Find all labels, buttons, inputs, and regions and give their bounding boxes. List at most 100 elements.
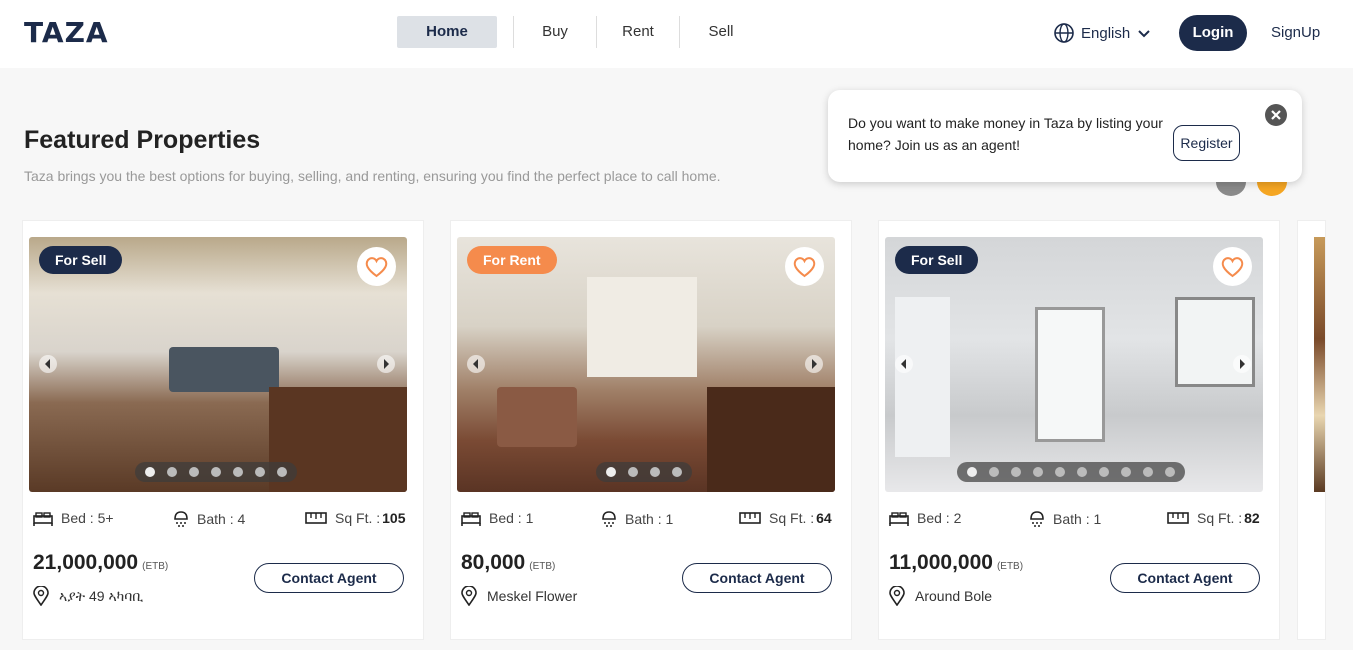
pagination-dot[interactable] xyxy=(1077,467,1087,477)
popup-message: Do you want to make money in Taza by lis… xyxy=(848,115,1163,153)
area-spec: Sq Ft. : 82 xyxy=(1167,510,1260,526)
pagination-dot[interactable] xyxy=(255,467,265,477)
header: TAZA Home Buy Rent Sell English Login Si… xyxy=(0,0,1353,68)
pagination-dot[interactable] xyxy=(1165,467,1175,477)
pagination-dot[interactable] xyxy=(1011,467,1021,477)
register-button[interactable]: Register xyxy=(1173,125,1240,161)
bed-icon xyxy=(889,512,909,526)
location: Meskel Flower xyxy=(461,586,577,606)
nav-rent[interactable]: Rent xyxy=(597,16,679,48)
area-value: 64 xyxy=(816,510,832,526)
property-specs: Bed : 5+ Bath : 4 Sq Ft. : 105 xyxy=(29,510,407,530)
area-label: Sq Ft. : xyxy=(769,510,815,526)
language-selector[interactable]: English xyxy=(1053,22,1152,44)
price-value: 21,000,000 xyxy=(33,551,139,574)
login-button[interactable]: Login xyxy=(1179,15,1247,51)
bed-icon xyxy=(461,512,481,526)
area-spec: Sq Ft. : 64 xyxy=(739,510,832,526)
pagination-dot[interactable] xyxy=(672,467,682,477)
contact-agent-button[interactable]: Contact Agent xyxy=(254,563,404,593)
globe-icon xyxy=(1054,23,1074,43)
main-nav: Home Buy Rent Sell xyxy=(397,16,762,48)
location-label: ኣያት 49 ኣካባቢ xyxy=(59,587,144,604)
photo-prev-arrow[interactable] xyxy=(39,355,57,373)
pagination-dot[interactable] xyxy=(967,467,977,477)
pagination-dot[interactable] xyxy=(1099,467,1109,477)
currency: (ETB) xyxy=(529,561,556,572)
chevron-down-icon xyxy=(1138,30,1150,38)
photo-pagination xyxy=(135,462,297,482)
property-specs: Bed : 1 Bath : 1 Sq Ft. : 64 xyxy=(457,510,835,530)
property-photo[interactable]: For Rent xyxy=(457,237,835,492)
bath-count: Bath : 1 xyxy=(1053,511,1102,527)
contact-agent-button[interactable]: Contact Agent xyxy=(682,563,832,593)
close-button[interactable] xyxy=(1265,104,1287,126)
contact-agent-button[interactable]: Contact Agent xyxy=(1110,563,1260,593)
property-card[interactable]: For Sell Bed : 2 Bath: 1 Sq Ft.: 82 11… xyxy=(878,220,1280,640)
listing-type-badge: For Sell xyxy=(39,246,123,274)
bed-spec: Bed : 1 xyxy=(461,510,533,526)
pagination-dot[interactable] xyxy=(1033,467,1043,477)
favorite-button[interactable] xyxy=(785,247,824,286)
price: 21,000,000 (ETB) xyxy=(33,551,168,575)
area-label: Sq Ft. : xyxy=(1197,510,1243,526)
pagination-dot[interactable] xyxy=(233,467,243,477)
area-value: 82 xyxy=(1244,510,1260,526)
price: 80,000 (ETB) xyxy=(461,551,555,575)
photo-pagination xyxy=(596,462,692,482)
area-spec: Sq Ft. : 105 xyxy=(305,510,405,526)
bed-spec: Bed : 5+ xyxy=(33,510,114,526)
signup-link[interactable]: SignUp xyxy=(1271,24,1320,41)
listing-type-badge: For Rent xyxy=(467,246,557,274)
pagination-dot[interactable] xyxy=(1121,467,1131,477)
heart-icon xyxy=(793,257,816,278)
property-card-partial[interactable] xyxy=(1297,220,1326,640)
pagination-dot[interactable] xyxy=(211,467,221,477)
nav-buy[interactable]: Buy xyxy=(514,16,596,48)
bath-spec: Bath : 1 xyxy=(1029,510,1101,528)
photo-next-arrow[interactable] xyxy=(377,355,395,373)
property-photo xyxy=(1314,237,1325,492)
chevron-left-icon xyxy=(45,359,50,369)
favorite-button[interactable] xyxy=(1213,247,1252,286)
price: 11,000,000 (ETB) xyxy=(889,551,1023,575)
ruler-icon xyxy=(1167,512,1189,524)
location-label: Around Bole xyxy=(915,588,993,604)
property-card[interactable]: For Rent Bed : 1 Bath : 1 Sq Ft. : 64 80… xyxy=(450,220,852,640)
pagination-dot[interactable] xyxy=(1055,467,1065,477)
pagination-dot[interactable] xyxy=(167,467,177,477)
logo[interactable]: TAZA xyxy=(24,16,109,49)
pagination-dot[interactable] xyxy=(989,467,999,477)
property-photo[interactable]: For Sell xyxy=(29,237,407,492)
photo-next-arrow[interactable] xyxy=(1233,355,1251,373)
currency: (ETB) xyxy=(996,561,1024,572)
pagination-dot[interactable] xyxy=(145,467,155,477)
photo-prev-arrow[interactable] xyxy=(895,355,913,373)
property-specs: Bed : 2 Bath : 1 Sq Ft. : 82 xyxy=(885,510,1263,530)
close-icon xyxy=(1271,110,1281,120)
photo-prev-arrow[interactable] xyxy=(467,355,485,373)
nav-sell[interactable]: Sell xyxy=(680,16,762,48)
nav-home[interactable]: Home xyxy=(397,16,497,48)
pagination-dot[interactable] xyxy=(1143,467,1153,477)
heart-icon xyxy=(1221,257,1244,278)
pagination-dot[interactable] xyxy=(650,467,660,477)
shower-icon xyxy=(1030,511,1044,527)
location-pin-icon xyxy=(889,586,905,606)
bed-count: Bed : 2 xyxy=(917,510,962,526)
property-photo[interactable]: For Sell xyxy=(885,237,1263,492)
listing-type-badge: For Sell xyxy=(895,246,979,274)
pagination-dot[interactable] xyxy=(606,467,616,477)
bath-spec: Bath : 4 xyxy=(173,510,245,528)
location: Around Bole xyxy=(889,586,992,606)
pagination-dot[interactable] xyxy=(628,467,638,477)
bed-count: Bed : 1 xyxy=(489,510,534,526)
pagination-dot[interactable] xyxy=(277,467,287,477)
photo-pagination xyxy=(957,462,1185,482)
property-card[interactable]: For Sell Bed : 5+ Bath : 4 Sq Ft.: 105 … xyxy=(22,220,424,640)
pagination-dot[interactable] xyxy=(189,467,199,477)
favorite-button[interactable] xyxy=(357,247,396,286)
photo-next-arrow[interactable] xyxy=(805,355,823,373)
location-label: Meskel Flower xyxy=(487,588,578,604)
ruler-icon xyxy=(305,512,327,524)
